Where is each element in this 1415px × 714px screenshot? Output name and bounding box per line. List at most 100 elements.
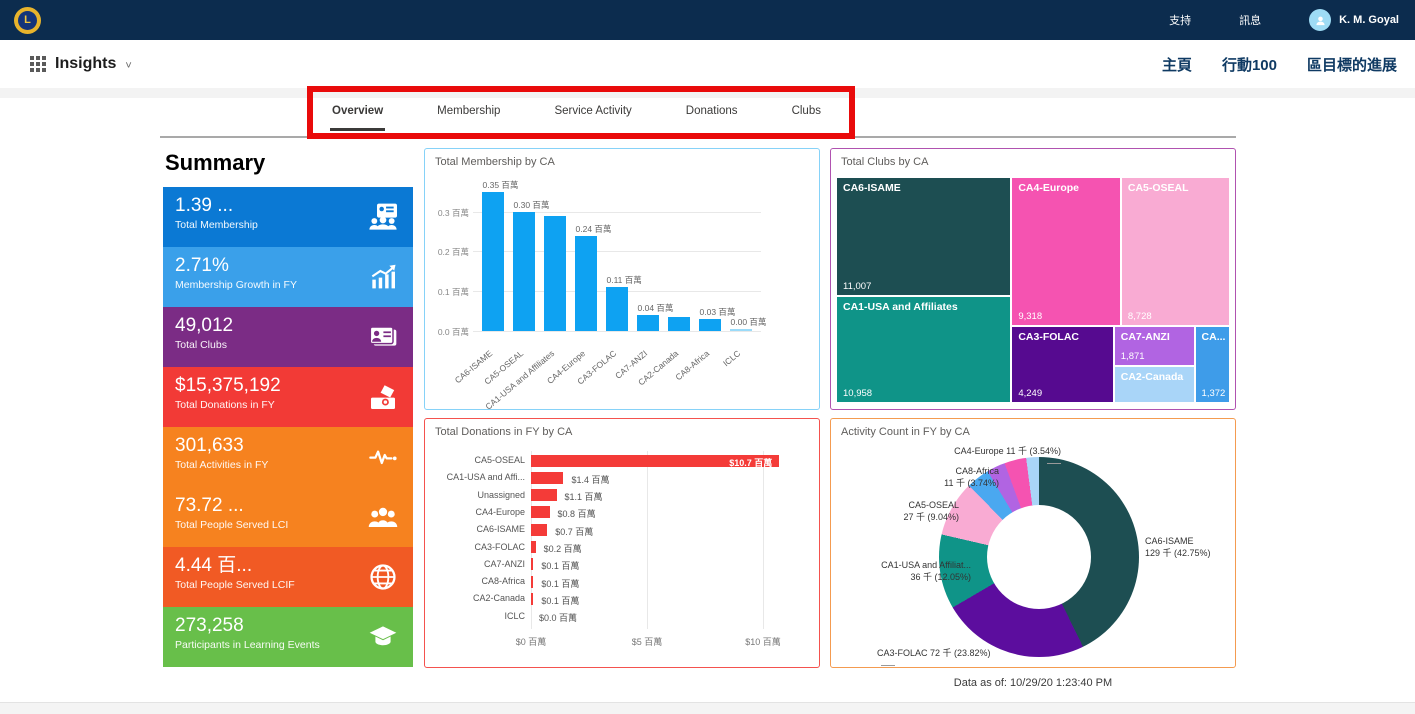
category-label: CA6-ISAME	[476, 524, 525, 535]
treemap-tile-value: 8,728	[1127, 311, 1152, 323]
treemap-tile-name: CA3-FOLAC	[1018, 331, 1079, 344]
nav-district-goal-progress[interactable]: 區目標的進展	[1307, 54, 1397, 75]
lions-logo[interactable]: L	[14, 6, 41, 34]
avatar	[1309, 9, 1332, 31]
bar[interactable]	[543, 215, 566, 331]
bar[interactable]	[531, 506, 550, 519]
bar[interactable]	[531, 523, 548, 536]
treemap-tile-name: CA2-Canada	[1120, 370, 1184, 383]
members-badge-icon	[367, 201, 399, 233]
treemap-tile[interactable]: CA5-OSEAL 8,728	[1120, 177, 1230, 327]
tab-donations[interactable]: Donations	[684, 97, 740, 133]
graduation-cap-icon	[367, 621, 399, 653]
bar[interactable]	[636, 315, 659, 331]
treemap-tile-name: CA...	[1201, 331, 1226, 344]
bar-value-label: $1.4 百萬	[571, 474, 610, 485]
bar-value-label: $0.0 百萬	[539, 613, 578, 624]
activity-donut-chart: CA4-Europe 11 千 (3.54%) CA8-Africa 11 千 (3…	[831, 445, 1235, 667]
bar[interactable]	[531, 558, 534, 571]
bar[interactable]	[729, 329, 752, 331]
donut-callout-label: CA3-FOLAC 72 千 (23.82%)	[877, 647, 991, 671]
growth-chart-icon	[367, 261, 399, 293]
summary-card[interactable]: $15,375,192 Total Donations in FY	[163, 367, 413, 427]
bar[interactable]	[531, 541, 536, 553]
chart-title: Total Donations in FY by CA	[435, 426, 573, 438]
treemap-tile-value: 4,249	[1018, 387, 1043, 399]
bar[interactable]	[481, 191, 504, 331]
treemap-tile[interactable]: CA4-Europe 9,318	[1011, 177, 1121, 327]
category-label: CA7-ANZI	[483, 558, 525, 569]
bar[interactable]	[531, 489, 557, 502]
chart-title: Total Membership by CA	[435, 156, 555, 168]
insights-menu[interactable]: Insights ˅	[30, 55, 132, 73]
bar[interactable]	[512, 211, 535, 331]
treemap-tile[interactable]: CA2-Canada	[1113, 365, 1195, 403]
bar-value-label: $0.1 百萬	[541, 578, 580, 589]
bar[interactable]	[698, 319, 721, 331]
tab-overview[interactable]: Overview	[330, 97, 386, 133]
bar[interactable]	[531, 592, 534, 605]
bar-value-label: 0.30 百萬	[513, 199, 550, 210]
tab-membership[interactable]: Membership	[435, 97, 502, 133]
treemap-tile[interactable]: CA... 1,372	[1194, 326, 1230, 403]
summary-card[interactable]: 2.71% Membership Growth in FY	[163, 247, 413, 307]
donut-hole	[987, 505, 1091, 609]
id-card-icon	[367, 321, 399, 353]
treemap-tile-value: 9,318	[1018, 311, 1043, 323]
summary-card[interactable]: 73.72 ... Total People Served LCI	[163, 487, 413, 547]
lions-logo-letter: L	[18, 10, 37, 30]
tab-service-activity[interactable]: Service Activity	[552, 97, 633, 133]
y-axis-tick-label: 0.3 百萬	[437, 207, 469, 218]
category-label: CA8-Africa	[481, 576, 525, 587]
header-nav: 主頁 行動100 區目標的進展	[1162, 54, 1397, 75]
messages-link[interactable]: 訊息	[1239, 12, 1261, 28]
summary-card[interactable]: 4.44 百... Total People Served LCIF	[163, 547, 413, 607]
tab-clubs[interactable]: Clubs	[790, 97, 823, 133]
panel-activity-count-by-ca: Activity Count in FY by CA CA4-Europe 11…	[830, 418, 1236, 668]
summary-card[interactable]: 301,633 Total Activities in FY	[163, 427, 413, 487]
x-axis-tick-label: $0 百萬	[515, 637, 547, 647]
treemap-tile-value: 1,871	[1120, 350, 1145, 362]
treemap-tile[interactable]: CA7-ANZI 1,871	[1113, 326, 1195, 366]
treemap-tile-name: CA4-Europe	[1018, 182, 1080, 194]
bar[interactable]	[531, 575, 534, 588]
x-axis-tick-label: $10 百萬	[745, 637, 781, 647]
app-name: Insights	[55, 55, 117, 72]
summary-panel: Summary 1.39 ... Total Membership 2.71% Mem…	[163, 150, 413, 667]
bar-value-label: $0.1 百萬	[541, 595, 580, 606]
category-label: CA3-FOLAC	[474, 541, 525, 552]
treemap-tile[interactable]: CA3-FOLAC 4,249	[1011, 326, 1114, 403]
chart-title: Activity Count in FY by CA	[841, 426, 970, 438]
bar[interactable]	[605, 287, 628, 331]
gridline	[647, 451, 648, 629]
nav-campaign-100[interactable]: 行動100	[1222, 54, 1277, 75]
nav-home[interactable]: 主頁	[1162, 54, 1192, 75]
top-navbar: L 支持 訊息 K. M. Goyal	[0, 0, 1415, 40]
treemap-tile-name: CA1-USA and Affiliates	[843, 300, 958, 313]
waffle-icon	[30, 56, 46, 72]
summary-card[interactable]: 273,258 Participants in Learning Events	[163, 607, 413, 667]
summary-cards: 1.39 ... Total Membership 2.71% Membership …	[163, 187, 413, 667]
summary-card[interactable]: 49,012 Total Clubs	[163, 307, 413, 367]
user-name: K. M. Goyal	[1339, 14, 1399, 26]
bar[interactable]	[574, 235, 597, 331]
donut-callout-label: CA8-Africa 11 千 (3.74%)	[944, 466, 999, 489]
report-tabs: Overview Membership Service Activity Don…	[330, 97, 823, 133]
treemap-tile[interactable]: CA1-USA and Affiliates 10,958	[836, 295, 1012, 403]
bar[interactable]	[531, 471, 564, 484]
summary-card[interactable]: 1.39 ... Total Membership	[163, 187, 413, 247]
donut-callout-label: CA6-ISAME 129 千 (42.75%)	[1145, 536, 1211, 559]
treemap-tile[interactable]: CA6-ISAME 11,007	[836, 177, 1012, 296]
bar-value-label: 0.35 百萬	[482, 179, 519, 190]
y-axis-tick-label: 0.0 百萬	[437, 327, 469, 337]
panel-total-clubs-by-ca: Total Clubs by CA CA6-ISAME 11,007 CA1-USA…	[830, 148, 1236, 410]
bar-value-label: 0.11 百萬	[606, 275, 642, 286]
donut-callout-label: CA1-USA and Affiliat... 36 千 (12.05%)	[881, 560, 971, 583]
support-link[interactable]: 支持	[1169, 12, 1191, 28]
globe-icon	[367, 561, 399, 593]
bar[interactable]	[667, 317, 690, 331]
bar-value-label: $1.1 百萬	[564, 492, 603, 503]
treemap-tile-name: CA5-OSEAL	[1127, 182, 1189, 194]
user-menu[interactable]: K. M. Goyal	[1309, 9, 1399, 31]
bar-value-label: $0.1 百萬	[541, 561, 580, 572]
